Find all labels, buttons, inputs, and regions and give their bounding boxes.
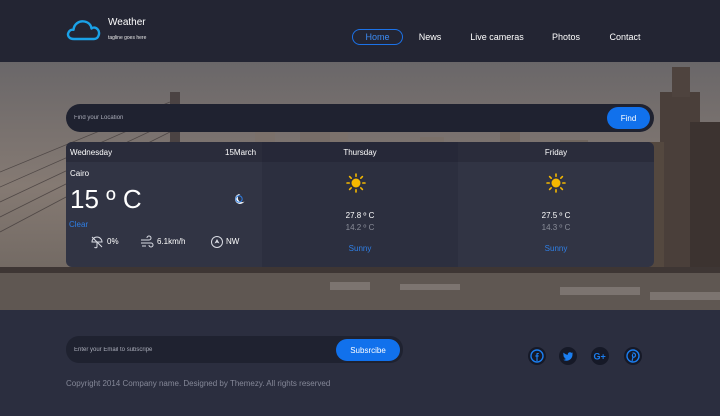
google-plus-icon[interactable]: G+ xyxy=(591,347,609,365)
wind-icon xyxy=(141,235,154,248)
location-search-bar xyxy=(66,104,654,132)
nav-news[interactable]: News xyxy=(414,29,446,45)
site-header: Weather tagline goes here Home News Live… xyxy=(0,0,720,62)
find-button[interactable]: Find xyxy=(607,107,650,129)
nav-live-cameras[interactable]: Live cameras xyxy=(466,29,528,45)
forecast-card-thursday: Thursday 27.8 º C 14.2 º C Sunny xyxy=(262,142,458,267)
facebook-icon[interactable] xyxy=(528,347,546,365)
umbrella-icon xyxy=(91,236,103,249)
forecast-panel: Wednesday 15March Cairo 15 º C Clear 0% … xyxy=(66,142,654,267)
forecast-condition: Sunny xyxy=(544,244,568,253)
today-day: Wednesday xyxy=(70,148,113,157)
subscribe-button[interactable]: Subsrcibe xyxy=(336,339,400,361)
sun-icon xyxy=(346,173,366,193)
email-subscribe-input[interactable] xyxy=(74,342,334,357)
city-name: Cairo xyxy=(70,169,90,178)
forecast-low: 14.2 º C xyxy=(345,223,375,232)
forecast-condition: Sunny xyxy=(348,244,372,253)
nav-photos[interactable]: Photos xyxy=(548,29,584,45)
wind-direction: NW xyxy=(226,237,240,246)
wind-speed: 6.1km/h xyxy=(157,237,186,246)
main-nav: Home News Live cameras Photos Contact xyxy=(0,29,720,45)
current-temperature: 15 º C xyxy=(70,184,142,214)
pinterest-icon[interactable] xyxy=(624,347,642,365)
today-condition: Clear xyxy=(69,220,89,229)
rain-chance: 0% xyxy=(107,237,119,246)
forecast-high: 27.8 º C xyxy=(345,211,375,220)
copyright-text: Copyright 2014 Company name. Designed by… xyxy=(66,379,331,388)
site-footer xyxy=(0,310,720,416)
forecast-card-friday: Friday 27.5 º C 14.3 º C Sunny xyxy=(458,142,654,267)
today-date: 15March xyxy=(225,148,257,157)
nav-home[interactable]: Home xyxy=(352,29,403,45)
svg-text:G+: G+ xyxy=(594,352,606,362)
nav-contact[interactable]: Contact xyxy=(605,29,645,45)
today-forecast-card: Wednesday 15March Cairo 15 º C Clear 0% … xyxy=(66,142,262,267)
moon-icon xyxy=(235,193,246,204)
forecast-high: 27.5 º C xyxy=(541,211,571,220)
forecast-low: 14.3 º C xyxy=(541,223,571,232)
brand-title[interactable]: Weather xyxy=(108,17,146,28)
forecast-day: Friday xyxy=(544,148,568,157)
forecast-day: Thursday xyxy=(343,148,377,157)
twitter-icon[interactable] xyxy=(559,347,577,365)
sun-icon xyxy=(546,173,566,193)
compass-icon xyxy=(211,236,223,248)
location-search-input[interactable] xyxy=(74,110,594,126)
